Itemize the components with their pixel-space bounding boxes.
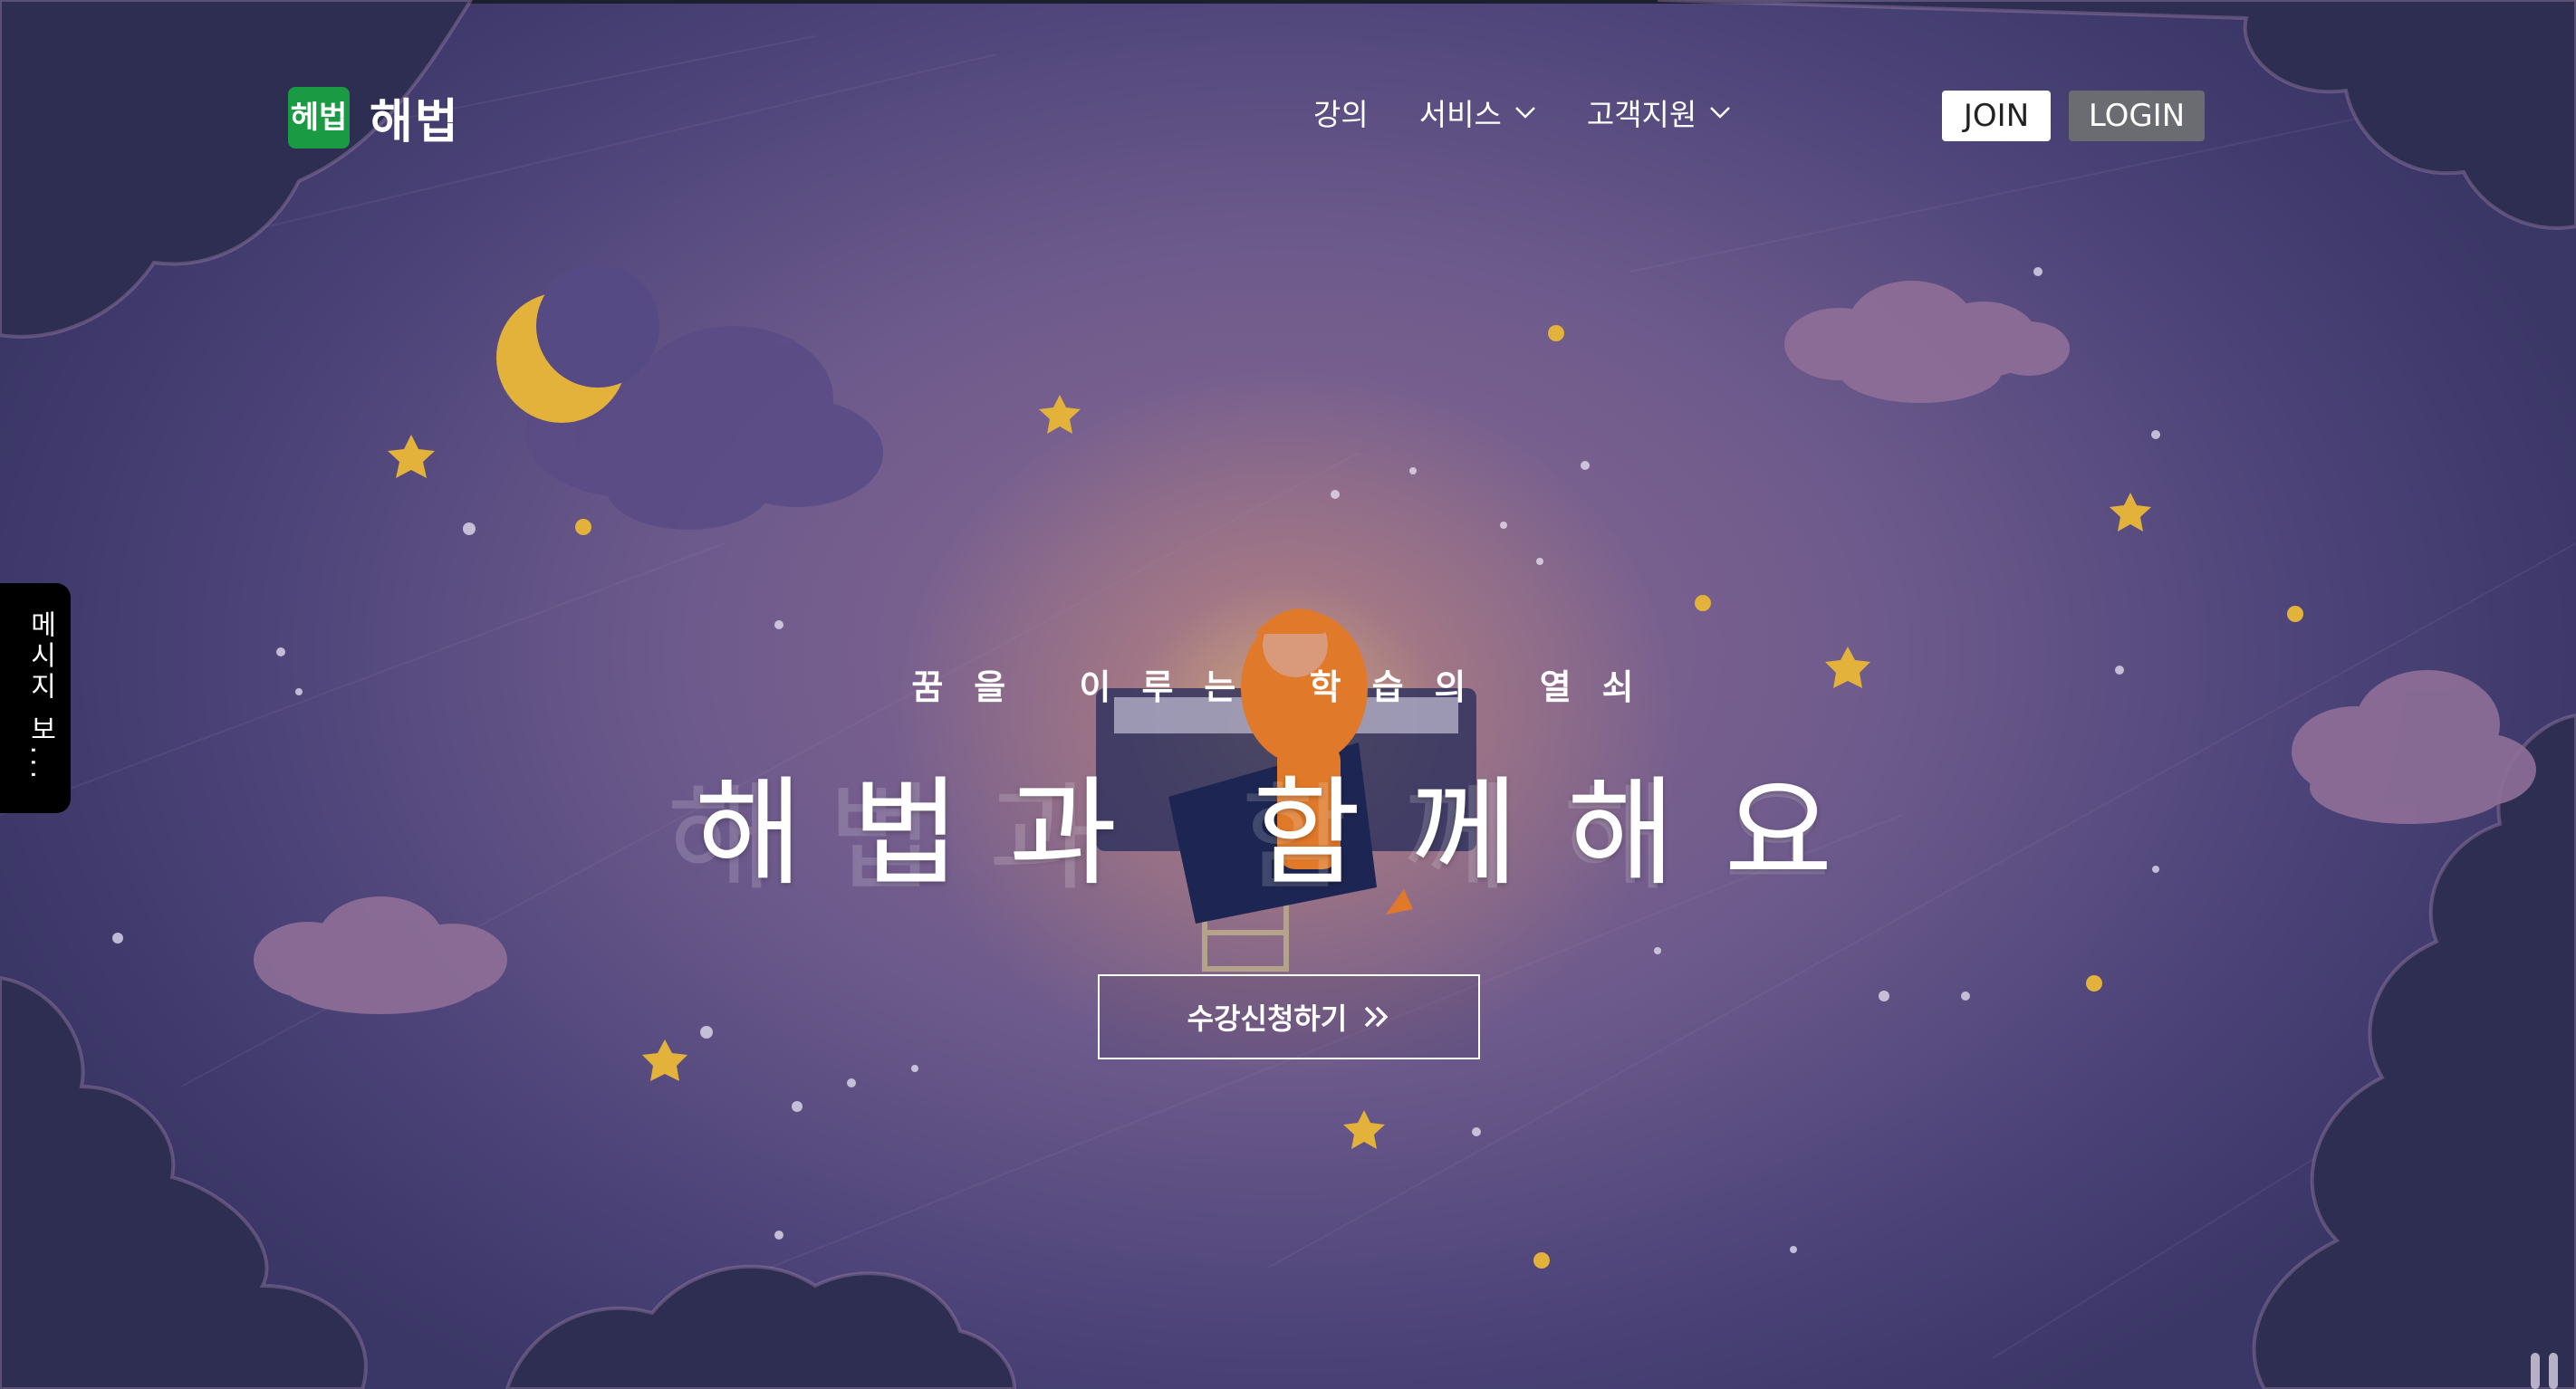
chevron-down-icon — [1514, 107, 1535, 119]
hero-headline: 해법과 함께해요 — [694, 764, 1882, 902]
nav-item-label: 강의 — [1313, 97, 1369, 132]
nav-item-label: 고객지원 — [1586, 97, 1697, 132]
enroll-button-label: 수강신청하기 — [1187, 1001, 1348, 1036]
enroll-button[interactable]: 수강신청하기 — [1098, 974, 1480, 1059]
login-button[interactable]: LOGIN — [2069, 91, 2205, 141]
main-nav: 강의 서비스 고객지원 — [1313, 91, 1782, 134]
double-chevron-right-icon — [1365, 1006, 1389, 1028]
nav-item-support[interactable]: 고객지원 — [1587, 91, 1731, 134]
logo-text: 해법 — [370, 95, 460, 149]
brand-logo[interactable]: 헤법 해법 — [288, 83, 460, 151]
nav-item-services[interactable]: 서비스 — [1419, 91, 1536, 134]
join-button[interactable]: JOIN — [1942, 91, 2051, 141]
chevron-down-icon — [1710, 107, 1731, 119]
hero-tagline: 꿈을 이루는 학습의 열쇠 — [911, 667, 1665, 707]
scroll-indicator-icon — [2531, 1353, 2558, 1389]
hero-section: 헤법 해법 강의 서비스 고객지원 JOIN LOGIN 메시지 보... 꿈을… — [0, 0, 2576, 1389]
logo-mark: 헤법 — [288, 86, 350, 148]
nav-item-lectures[interactable]: 강의 — [1313, 91, 1369, 134]
nav-item-label: 서비스 — [1418, 97, 1502, 132]
